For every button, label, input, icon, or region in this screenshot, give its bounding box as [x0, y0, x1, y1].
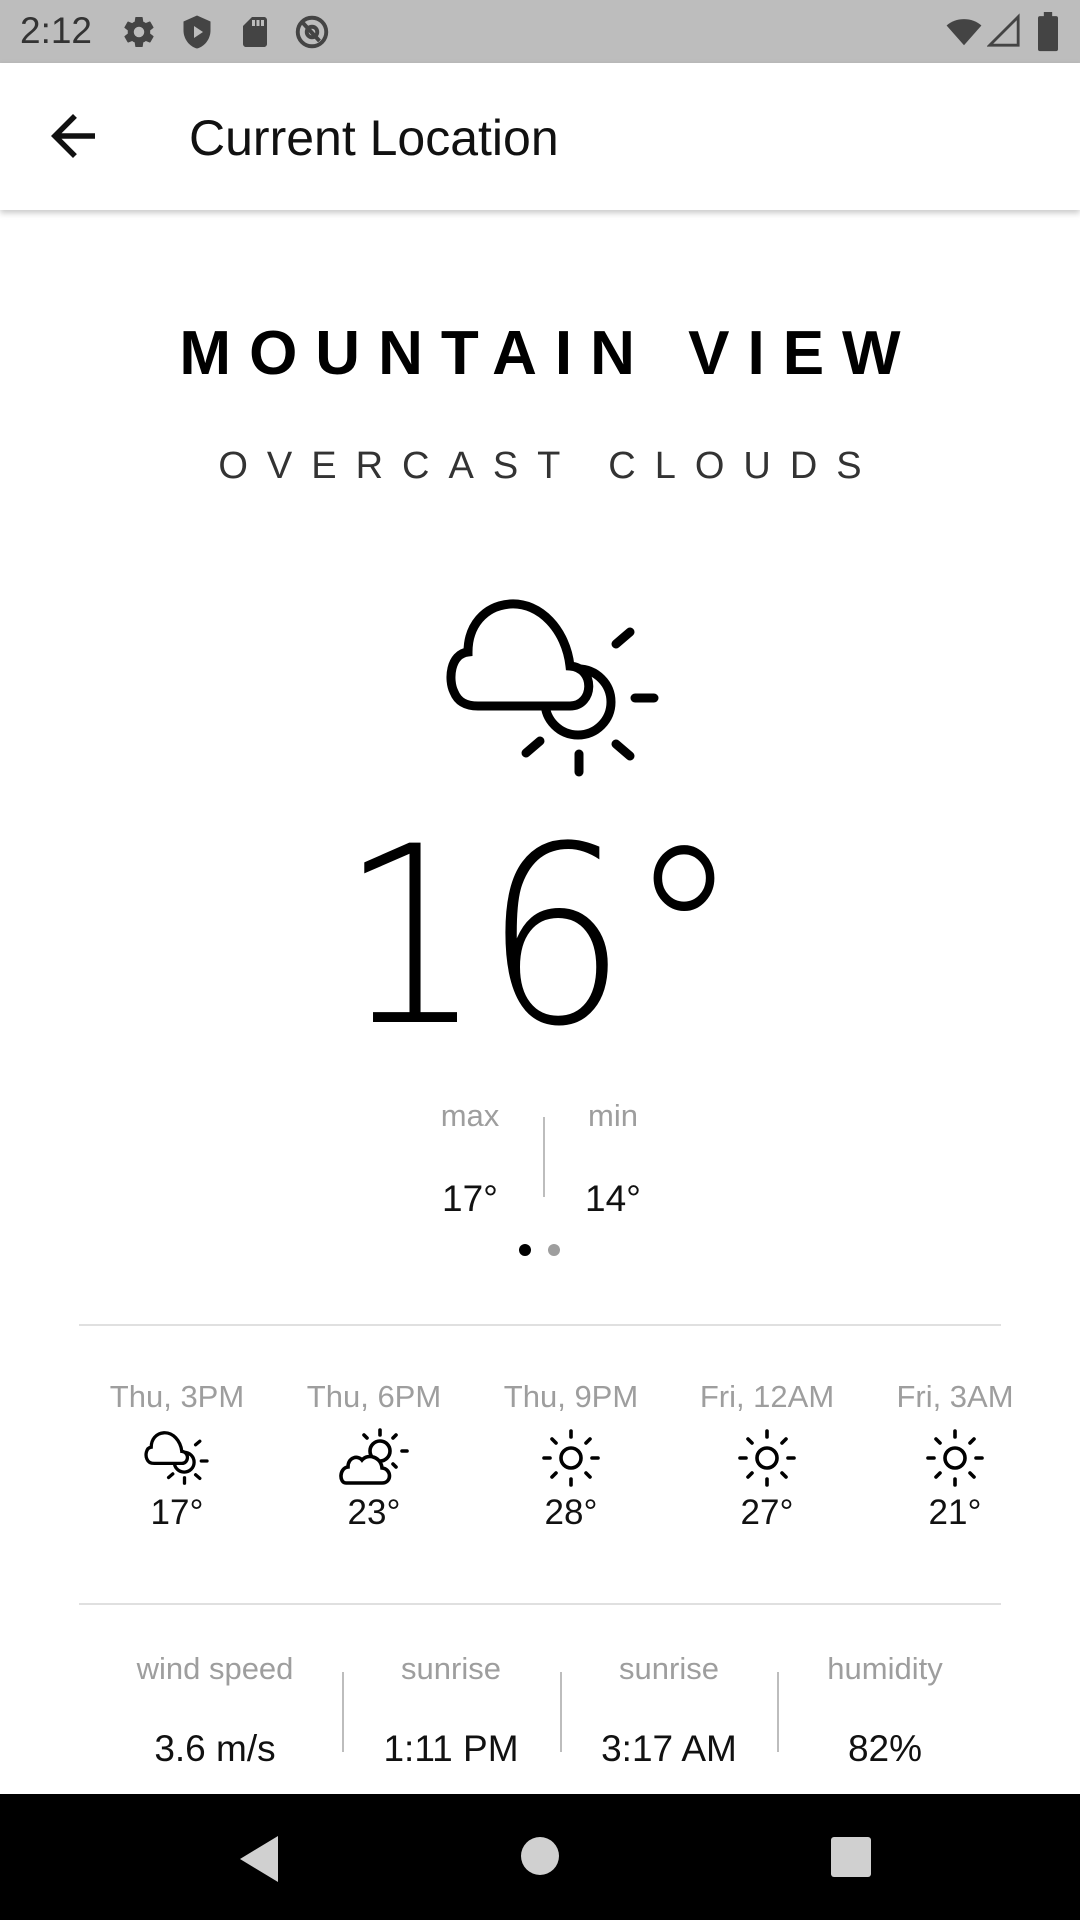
forecast-temp: 27°: [740, 1493, 794, 1532]
wifi-icon: [946, 19, 982, 46]
detail-label: wind speed: [136, 1651, 294, 1686]
shield-icon: [183, 15, 211, 49]
page-title: Current Location: [189, 110, 559, 166]
detail-humidity: humidity 82%: [780, 1651, 990, 1770]
gear-icon: [124, 17, 154, 48]
signal-icon: [987, 13, 1020, 47]
forecast-temp: 28°: [544, 1493, 598, 1532]
forecast-temp: 23°: [347, 1493, 401, 1532]
sun-icon: [738, 1429, 796, 1487]
arrow-back-icon: [51, 114, 95, 158]
divider: [79, 1324, 1001, 1326]
detail-label: humidity: [827, 1651, 943, 1686]
cloud-sun-icon: [446, 599, 659, 777]
divider: [560, 1672, 562, 1752]
forecast-time: Thu, 6PM: [306, 1379, 442, 1414]
status-bar: 2:12: [0, 0, 1080, 63]
forecast-item: Fri, 12AM 27°: [682, 1379, 852, 1533]
page-indicator-dot-1[interactable]: [519, 1244, 531, 1256]
min-value: 14°: [585, 1178, 641, 1219]
detail-label: sunrise: [401, 1651, 501, 1686]
forecast-item: Fri, 3AM 21°: [870, 1379, 1040, 1533]
forecast-item: Thu, 3PM 17°: [92, 1379, 262, 1533]
max-label: max: [440, 1098, 500, 1133]
forecast-item: Thu, 9PM 28°: [486, 1379, 656, 1533]
divider: [342, 1672, 344, 1752]
back-button[interactable]: [40, 103, 106, 169]
min-temp-group: min 14°: [553, 1098, 673, 1220]
divider: [543, 1117, 545, 1197]
battery-icon: [1038, 12, 1058, 52]
at-sign-icon: [295, 15, 329, 49]
forecast-time: Thu, 3PM: [109, 1379, 245, 1414]
partly-cloudy-icon: [339, 1428, 409, 1485]
detail-label: sunrise: [619, 1651, 719, 1686]
sun-icon: [926, 1429, 984, 1487]
recents-square-icon: [831, 1837, 871, 1877]
detail-value: 3.6 m/s: [154, 1728, 276, 1769]
forecast-temp: 21°: [928, 1493, 982, 1532]
status-time: 2:12: [20, 10, 93, 51]
page-indicator-dot-2[interactable]: [548, 1244, 560, 1256]
app-bar: Current Location: [0, 63, 1080, 210]
forecast-time: Thu, 9PM: [503, 1379, 639, 1414]
max-value: 17°: [442, 1178, 498, 1219]
forecast-item: Thu, 6PM 23°: [289, 1379, 459, 1533]
min-label: min: [588, 1098, 638, 1133]
detail-value: 3:17 AM: [601, 1728, 737, 1769]
sd-card-icon: [243, 17, 267, 47]
nav-home-button[interactable]: [520, 1836, 560, 1881]
detail-value: 1:11 PM: [383, 1728, 519, 1769]
weather-description: OVERCAST CLOUDS: [218, 445, 881, 487]
nav-recents-button[interactable]: [830, 1836, 872, 1883]
detail-sunrise-2: sunrise 3:17 AM: [564, 1651, 774, 1770]
city-name: MOUNTAIN VIEW: [179, 319, 919, 388]
divider: [79, 1603, 1001, 1605]
home-circle-icon: [521, 1837, 559, 1875]
back-triangle-icon: [240, 1836, 278, 1882]
detail-value: 82%: [847, 1728, 923, 1769]
detail-sunrise: sunrise 1:11 PM: [346, 1651, 556, 1770]
max-temp-group: max 17°: [410, 1098, 530, 1220]
forecast-time: Fri, 12AM: [699, 1379, 835, 1414]
cloud-sun-icon: [144, 1431, 209, 1485]
sun-icon: [542, 1429, 600, 1487]
divider: [777, 1672, 779, 1752]
detail-wind-speed: wind speed 3.6 m/s: [110, 1651, 320, 1770]
nav-back-button[interactable]: [236, 1834, 282, 1889]
forecast-temp: 17°: [150, 1493, 204, 1532]
navigation-bar: [0, 1794, 1080, 1920]
forecast-time: Fri, 3AM: [896, 1379, 1014, 1414]
current-temperature: 16°: [339, 795, 741, 1081]
